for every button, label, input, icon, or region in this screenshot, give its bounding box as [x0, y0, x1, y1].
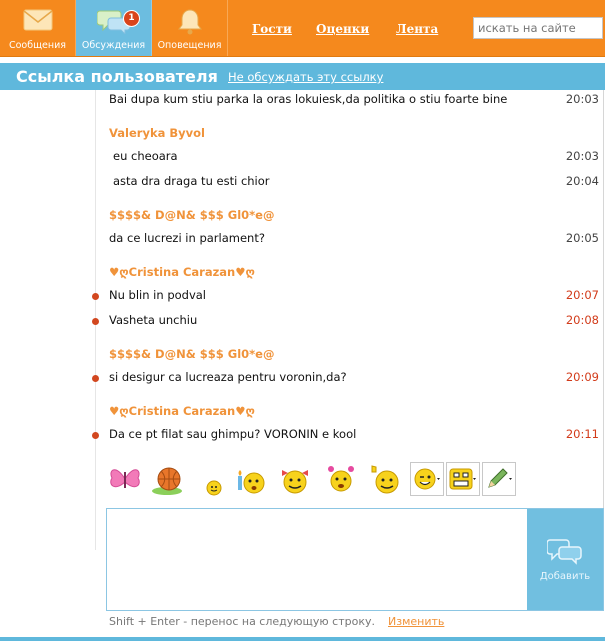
unread-dot: [92, 293, 99, 300]
nav-messages-label: Сообщения: [8, 40, 66, 51]
message-row: Bai dupa kum stiu parka la oras lokuiesk…: [0, 90, 605, 110]
message-time: 20:03: [565, 92, 599, 106]
pigtails-smiley-icon[interactable]: [324, 462, 358, 496]
message-time: 20:05: [565, 231, 599, 245]
top-navigation-bar: Сообщения 1 Обсуждения Оповещения Гости …: [0, 0, 605, 57]
add-message-button[interactable]: Добавить: [527, 509, 603, 610]
candle-smiley-icon[interactable]: [234, 462, 268, 496]
wink-smiley-dropdown-icon: [414, 468, 440, 490]
message-author[interactable]: $$$$& D@N& $$$ Gl0*e@: [109, 208, 274, 222]
grin-smiley-dropdown-icon: [449, 468, 476, 490]
nav-link-feed[interactable]: Лента: [396, 22, 438, 36]
message-text: si desigur ca lucreaza pentru voronin,da…: [109, 370, 347, 384]
nav-messages-tile[interactable]: Сообщения: [0, 0, 76, 56]
message-time: 20:11: [565, 427, 599, 441]
nav-link-guests[interactable]: Гости: [252, 22, 292, 36]
bell-icon: [177, 9, 202, 35]
message-row: Vasheta unchiu 20:08: [0, 311, 605, 331]
message-time: 20:08: [565, 313, 599, 327]
message-author[interactable]: Valeryka Byvol: [109, 126, 205, 140]
message-text: asta dra draga tu esti chior: [113, 174, 270, 188]
nav-discussions-label: Обсуждения: [81, 40, 146, 51]
chat-bubbles-icon: [547, 539, 582, 565]
nav-notifications-tile[interactable]: Оповещения: [152, 0, 228, 56]
thumbsup-smiley-icon[interactable]: [368, 462, 402, 496]
butterfly-icon[interactable]: [108, 462, 142, 496]
message-author[interactable]: ♥ღCristina Carazan♥ღ: [109, 265, 255, 279]
bottom-bar: [0, 637, 605, 641]
newline-hint: Shift + Enter - перенос на следующую стр…: [109, 615, 375, 628]
message-row: si desigur ca lucreaza pentru voronin,da…: [0, 368, 605, 388]
message-composer: Добавить: [106, 508, 604, 611]
message-row: eu cheoara 20:03: [0, 147, 605, 167]
pencil-dropdown[interactable]: [482, 462, 516, 496]
change-shortcut-link[interactable]: Изменить: [388, 615, 444, 628]
small-smiley-icon[interactable]: [194, 462, 228, 496]
unread-dot: [92, 318, 99, 325]
unfollow-link[interactable]: Не обсуждать эту ссылку: [228, 70, 383, 84]
unread-dot: [92, 375, 99, 382]
basketball-icon[interactable]: [150, 462, 184, 496]
add-button-label: Добавить: [539, 571, 591, 582]
message-text: da ce lucrezi in parlament?: [109, 231, 265, 245]
link-title-bar: Ссылка пользователя Не обсуждать эту ссы…: [0, 63, 605, 90]
unread-dot: [92, 432, 99, 439]
grin-smiley-dropdown[interactable]: [446, 462, 480, 496]
pencil-dropdown-icon: [488, 468, 512, 488]
nav-notifications-label: Оповещения: [157, 40, 222, 51]
search-input[interactable]: [473, 17, 603, 39]
bow-smiley-icon[interactable]: [278, 462, 312, 496]
message-text: eu cheoara: [113, 149, 178, 163]
page-title: Ссылка пользователя: [16, 67, 218, 86]
discussions-count-badge: 1: [123, 10, 140, 27]
message-time: 20:07: [565, 288, 599, 302]
message-text: Da ce pt filat sau ghimpu? VORONIN e koo…: [109, 427, 357, 441]
message-text: Nu blin in podval: [109, 288, 207, 302]
message-time: 20:09: [565, 370, 599, 384]
message-row: Da ce pt filat sau ghimpu? VORONIN e koo…: [0, 425, 605, 445]
message-input[interactable]: [107, 509, 527, 609]
message-author[interactable]: $$$$& D@N& $$$ Gl0*e@: [109, 347, 274, 361]
message-row: Nu blin in podval 20:07: [0, 286, 605, 306]
nav-discussions-tile[interactable]: 1 Обсуждения: [76, 0, 152, 56]
message-time: 20:04: [565, 174, 599, 188]
wink-smiley-dropdown[interactable]: [410, 462, 444, 496]
nav-link-ratings[interactable]: Оценки: [316, 22, 369, 36]
envelope-icon: [23, 9, 52, 31]
message-time: 20:03: [565, 149, 599, 163]
message-text: Vasheta unchiu: [109, 313, 198, 327]
message-author[interactable]: ♥ღCristina Carazan♥ღ: [109, 404, 255, 418]
message-row: da ce lucrezi in parlament? 20:05: [0, 229, 605, 249]
message-row: asta dra draga tu esti chior 20:04: [0, 172, 605, 192]
message-text: Bai dupa kum stiu parka la oras lokuiesk…: [109, 92, 508, 106]
